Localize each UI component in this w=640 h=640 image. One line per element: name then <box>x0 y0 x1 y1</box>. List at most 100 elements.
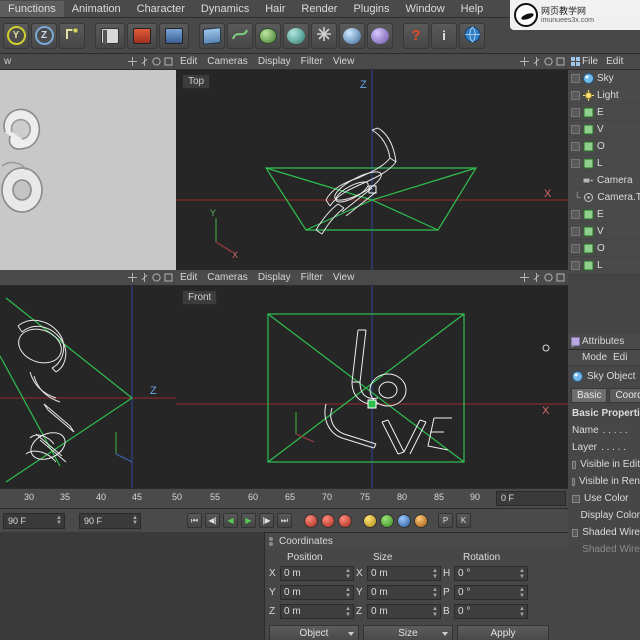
position-x-stepper[interactable]: ▲▼ <box>345 568 351 580</box>
checkbox-icon[interactable] <box>572 478 575 486</box>
menu-item-help[interactable]: Help <box>453 1 492 17</box>
rotation-b-input[interactable]: 0 °▲▼ <box>454 604 528 619</box>
timeline-ruler[interactable]: 30 35 40 45 50 55 60 65 70 75 80 85 90 0… <box>0 488 568 508</box>
attribute-row-use-color[interactable]: Use Color <box>568 490 640 507</box>
menu-item-hair[interactable]: Hair <box>257 1 293 17</box>
menu-item-render[interactable]: Render <box>293 1 345 17</box>
menu-item-plugins[interactable]: Plugins <box>345 1 397 17</box>
range-end-field[interactable]: 90 F ▲▼ <box>79 513 141 529</box>
front-viewport-icons[interactable] <box>520 273 568 282</box>
spline-button[interactable] <box>227 23 253 49</box>
attribute-row-layer[interactable]: Layer . . . . . <box>568 439 640 456</box>
attribute-row-display-color[interactable]: Display Color <box>568 507 640 524</box>
previous-key-button[interactable]: ◀| <box>205 513 220 528</box>
top-viewport-icons[interactable] <box>520 57 568 66</box>
size-z-input[interactable]: 0 m▲▼ <box>367 604 441 619</box>
attribute-row-name[interactable]: Name . . . . . <box>568 422 640 439</box>
help-button[interactable]: ? <box>403 23 429 49</box>
axis-button[interactable] <box>59 23 85 49</box>
timeline-ticks[interactable]: 30 35 40 45 50 55 60 65 70 75 80 85 90 <box>0 489 490 509</box>
perspective-viewport-canvas[interactable] <box>0 70 176 270</box>
object-row-camera[interactable]: Camera <box>568 172 640 189</box>
tab-coord[interactable]: Coord <box>609 388 640 403</box>
expand-icon[interactable] <box>571 244 580 253</box>
play-backwards-button[interactable]: ◀ <box>223 513 238 528</box>
size-y-stepper[interactable]: ▲▼ <box>432 587 438 599</box>
key-position-button[interactable] <box>363 514 377 528</box>
expand-icon[interactable] <box>571 261 580 270</box>
menu-item-window[interactable]: Window <box>398 1 453 17</box>
attributes-menu-mode[interactable]: Mode <box>582 352 607 363</box>
object-row-e2[interactable]: E <box>568 206 640 223</box>
position-y-stepper[interactable]: ▲▼ <box>345 587 351 599</box>
menu-item-character[interactable]: Character <box>129 1 193 17</box>
go-to-start-button[interactable]: ⏮ <box>187 513 202 528</box>
rotation-h-input[interactable]: 0 °▲▼ <box>454 566 528 581</box>
light-button[interactable] <box>367 23 393 49</box>
rotation-p-input[interactable]: 0 °▲▼ <box>454 585 528 600</box>
top-viewport[interactable]: Edit Cameras Display Filter View Top Z X <box>176 54 568 270</box>
range-start-stepper[interactable]: ▲▼ <box>56 516 62 526</box>
cube-primitive-button[interactable] <box>199 23 225 49</box>
camera-button[interactable] <box>339 23 365 49</box>
record-position-button[interactable] <box>338 514 352 528</box>
position-y-input[interactable]: 0 m▲▼ <box>280 585 354 600</box>
tab-basic[interactable]: Basic <box>571 388 607 403</box>
attribute-value[interactable]: . . . . . <box>603 425 628 436</box>
size-mode-dropdown[interactable]: Size <box>363 625 453 640</box>
undo-button[interactable]: Y <box>3 23 29 49</box>
autokey-button[interactable] <box>321 514 335 528</box>
left-viewport-canvas[interactable]: Z <box>0 286 176 488</box>
size-y-input[interactable]: 0 m▲▼ <box>367 585 441 600</box>
render-settings-button[interactable] <box>159 23 189 49</box>
menu-item-animation[interactable]: Animation <box>64 1 129 17</box>
top-viewport-canvas[interactable]: Z X <box>176 70 568 270</box>
rotation-p-stepper[interactable]: ▲▼ <box>519 587 525 599</box>
expand-icon[interactable] <box>571 210 580 219</box>
checkbox-icon[interactable] <box>572 495 580 503</box>
size-x-input[interactable]: 0 m▲▼ <box>367 566 441 581</box>
object-row-o2[interactable]: O <box>568 240 640 257</box>
position-x-input[interactable]: 0 m▲▼ <box>280 566 354 581</box>
object-row-o1[interactable]: O <box>568 138 640 155</box>
object-manager-menu-file[interactable]: File <box>582 56 598 67</box>
attribute-row-visible-in-renderer[interactable]: Visible in Ren <box>568 473 640 490</box>
next-key-button[interactable]: |▶ <box>259 513 274 528</box>
rotation-h-stepper[interactable]: ▲▼ <box>519 568 525 580</box>
front-viewport-menu-filter[interactable]: Filter <box>301 272 323 283</box>
object-row-light[interactable]: Light <box>568 87 640 104</box>
front-viewport-menu-display[interactable]: Display <box>258 272 291 283</box>
coordinate-system-dropdown[interactable]: Object <box>269 625 359 640</box>
object-row-camera-target[interactable]: └ Camera.T <box>568 189 640 206</box>
pla-button[interactable]: P <box>438 513 453 528</box>
menu-item-functions[interactable]: Functions <box>0 1 64 17</box>
left-viewport[interactable]: Z <box>0 270 176 488</box>
front-viewport[interactable]: Edit Cameras Display Filter View Front X <box>176 270 568 488</box>
perspective-viewport[interactable]: w <box>0 54 176 270</box>
expand-icon[interactable] <box>571 227 580 236</box>
object-manager-menu-edit[interactable]: Edit <box>606 56 623 67</box>
expand-icon[interactable] <box>571 159 580 168</box>
front-viewport-menu-edit[interactable]: Edit <box>180 272 197 283</box>
rotation-b-stepper[interactable]: ▲▼ <box>519 606 525 618</box>
key-rotation-button[interactable] <box>397 514 411 528</box>
render-view-button[interactable] <box>95 23 125 49</box>
info-button[interactable]: i <box>431 23 457 49</box>
checkbox-icon[interactable] <box>572 461 576 469</box>
world-button[interactable] <box>459 23 485 49</box>
generator-button[interactable] <box>255 23 281 49</box>
position-z-stepper[interactable]: ▲▼ <box>345 606 351 618</box>
object-row-e1[interactable]: E <box>568 104 640 121</box>
expand-icon[interactable] <box>571 74 580 83</box>
go-to-end-button[interactable]: ⏭ <box>277 513 292 528</box>
size-z-stepper[interactable]: ▲▼ <box>432 606 438 618</box>
key-scale-button[interactable] <box>380 514 394 528</box>
panel-grip-icon[interactable] <box>269 537 273 546</box>
attribute-value[interactable]: . . . . . <box>601 442 626 453</box>
render-region-button[interactable] <box>127 23 157 49</box>
top-viewport-menu-cameras[interactable]: Cameras <box>207 56 248 67</box>
left-viewport-icons[interactable] <box>128 273 176 282</box>
checkbox-icon[interactable] <box>572 529 578 537</box>
front-viewport-menu-cameras[interactable]: Cameras <box>207 272 248 283</box>
top-viewport-menu-view[interactable]: View <box>333 56 355 67</box>
